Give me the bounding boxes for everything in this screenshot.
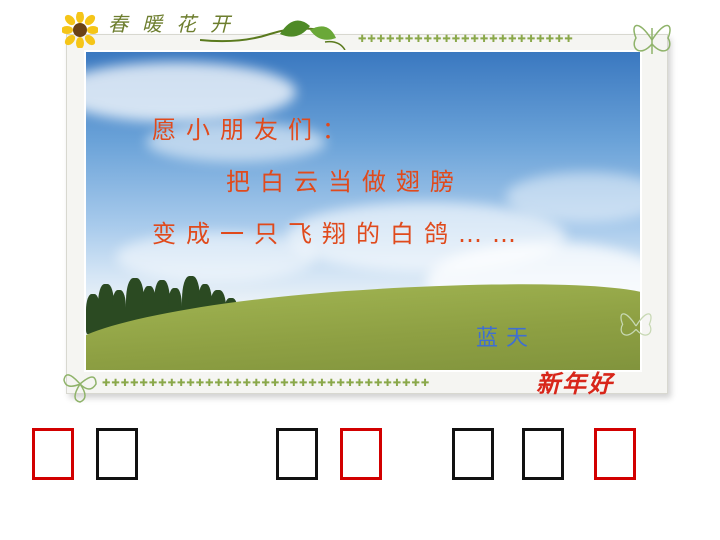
poem-line-3: 变成一只飞翔的白鸽……: [152, 220, 526, 248]
sunflower-icon: [62, 12, 98, 48]
signature: 蓝天: [476, 326, 537, 351]
answer-box[interactable]: [522, 428, 564, 480]
dotted-border-top: ✚✚✚✚✚✚✚✚✚✚✚✚✚✚✚✚✚✚✚✚✚✚✚: [358, 34, 574, 45]
answer-box[interactable]: [594, 428, 636, 480]
butterfly-icon: [633, 24, 671, 54]
answer-box[interactable]: [32, 428, 74, 480]
answer-box[interactable]: [340, 428, 382, 480]
leaf-icon: [63, 374, 97, 403]
poem-line-2: 把白云当做翅膀: [226, 168, 464, 196]
butterfly-icon: [620, 313, 652, 336]
answer-box[interactable]: [96, 428, 138, 480]
sky-field-photo: [84, 50, 642, 372]
poem-line-1: 愿小朋友们：: [152, 116, 356, 144]
dotted-border-bottom: ✚✚✚✚✚✚✚✚✚✚✚✚✚✚✚✚✚✚✚✚✚✚✚✚✚✚✚✚✚✚✚✚✚✚✚: [102, 378, 431, 389]
answer-box[interactable]: [276, 428, 318, 480]
answer-box[interactable]: [452, 428, 494, 480]
new-year-greeting: 新年好: [536, 369, 614, 398]
